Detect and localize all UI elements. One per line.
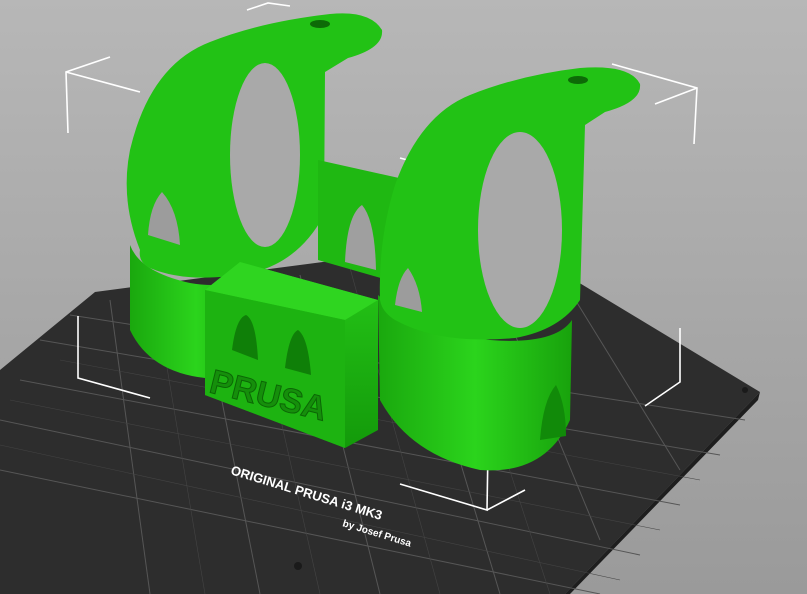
model-right-hole bbox=[568, 76, 588, 84]
selection-corner bbox=[65, 56, 111, 134]
selection-corner bbox=[654, 87, 698, 105]
model-right-window bbox=[478, 132, 562, 328]
bed-screw bbox=[294, 562, 302, 570]
scene-canvas[interactable]: ORIGINAL PRUSA i3 MK3 by Josef Prusa PRU… bbox=[0, 0, 807, 594]
bed-screw bbox=[742, 387, 748, 393]
3d-viewport[interactable]: ORIGINAL PRUSA i3 MK3 by Josef Prusa PRU… bbox=[0, 0, 807, 594]
selection-corner bbox=[246, 2, 291, 11]
selection-corner bbox=[65, 71, 141, 93]
model-left-hole bbox=[310, 20, 330, 28]
model-left-window bbox=[230, 63, 300, 247]
